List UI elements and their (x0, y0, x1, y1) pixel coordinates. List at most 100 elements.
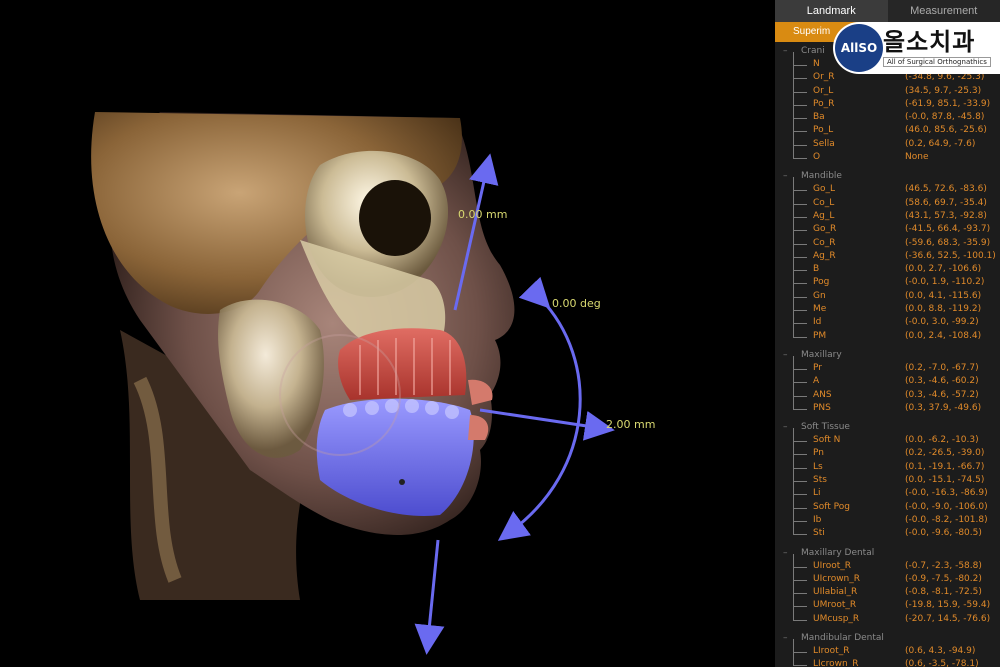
landmark-name: Ib (813, 514, 822, 525)
landmark-coordinates: (-0.0, -8.2, -101.8) (905, 514, 988, 525)
tree-branch (793, 665, 807, 667)
landmark-coordinates: (0.2, -26.5, -39.0) (905, 448, 985, 459)
landmark-row[interactable]: UIlabial_R (-0.8, -8.1, -72.5) (775, 580, 1000, 599)
landmark-row[interactable]: Pr (0.2, -7.0, -67.7) (775, 355, 1000, 375)
landmark-name: Pr (813, 362, 822, 373)
landmark-row[interactable]: Go_R (-41.5, 66.4, -93.7) (775, 217, 1000, 236)
group-header[interactable]: – Maxillary (775, 348, 1000, 362)
landmark-row[interactable]: PNS (0.3, 37.9, -49.6) (775, 395, 1000, 415)
landmark-row[interactable]: Sti (-0.0, -9.6, -80.5) (775, 521, 1000, 540)
landmark-name: PNS (813, 402, 831, 413)
tree-line (793, 593, 794, 607)
tab-measurement[interactable]: Measurement (887, 0, 1000, 22)
landmark-row[interactable]: Co_R (-59.6, 68.3, -35.9) (775, 230, 1000, 250)
landmark-name: Ag_L (813, 210, 835, 221)
landmark-row[interactable]: ANS (0.3, -4.6, -57.2) (775, 382, 1000, 402)
tree-line (793, 454, 794, 469)
landmark-coordinates: (-20.7, 14.5, -76.6) (905, 613, 991, 624)
landmark-row[interactable]: Ib (-0.0, -8.2, -101.8) (775, 507, 1000, 527)
tree-branch (793, 243, 807, 245)
landmark-name: LIroot_R (813, 645, 850, 656)
landmark-row[interactable]: Go_L (46.5, 72.6, -83.6) (775, 177, 1000, 196)
landmark-coordinates: (0.0, -15.1, -74.5) (905, 475, 985, 486)
landmark-coordinates: (0.3, -4.6, -60.2) (905, 376, 979, 387)
translate-forward-arrow[interactable] (479, 408, 615, 441)
landmark-row[interactable]: PM (0.0, 2.4, -108.4) (775, 323, 1000, 343)
collapse-icon[interactable]: – (783, 44, 788, 58)
landmark-name: UMcusp_R (813, 613, 860, 624)
logo-subtitle: All of Surgical Orthognathics (883, 57, 991, 67)
group-header[interactable]: – Mandible (775, 169, 1000, 183)
landmark-row[interactable]: Ba (-0.0, 87.8, -45.8) (775, 105, 1000, 124)
landmark-row[interactable]: O None (775, 145, 1000, 164)
group-header[interactable]: – Mandibular Dental (775, 631, 1000, 645)
tree-line (793, 382, 794, 396)
tree-branch (793, 395, 807, 397)
collapse-icon[interactable]: – (783, 420, 788, 434)
tree-branch (793, 454, 807, 456)
landmark-row[interactable]: UIcrown_R (-0.9, -7.5, -80.2) (775, 566, 1000, 586)
tree-line (793, 270, 794, 284)
landmark-row[interactable]: Ls (0.1, -19.1, -66.7) (775, 454, 1000, 474)
group-title: Mandible (801, 171, 842, 182)
landmark-row[interactable]: Po_R (-61.9, 85.1, -33.9) (775, 91, 1000, 111)
landmark-name: Pog (813, 277, 830, 288)
landmark-coordinates: (-0.0, 1.9, -110.2) (905, 277, 985, 288)
landmark-coordinates: (0.2, -7.0, -67.7) (905, 362, 979, 373)
translate-down-arrow[interactable] (414, 539, 445, 655)
tree-branch (793, 283, 807, 285)
collapse-icon[interactable]: – (783, 631, 788, 645)
landmark-row[interactable]: LIcrown_R (0.6, -3.5, -78.1) (775, 652, 1000, 667)
landmark-row[interactable]: Co_L (58.6, 69.7, -35.4) (775, 190, 1000, 210)
collapse-icon[interactable]: – (783, 169, 788, 183)
landmark-row[interactable]: Po_L (46.0, 85.6, -25.6) (775, 118, 1000, 137)
tree-line (793, 310, 794, 324)
rotation-label: 0.00 deg (552, 297, 601, 310)
landmark-row[interactable]: UMroot_R (-19.8, 15.9, -59.4) (775, 593, 1000, 612)
landmark-name: Id (813, 317, 822, 328)
landmark-name: Or_R (813, 72, 835, 83)
collapse-icon[interactable]: – (783, 546, 788, 560)
group-header[interactable]: – Soft Tissue (775, 420, 1000, 434)
landmark-row[interactable]: UIroot_R (-0.7, -2.3, -58.8) (775, 553, 1000, 573)
landmark-coordinates: (-0.9, -7.5, -80.2) (905, 573, 982, 584)
landmark-name: O (813, 152, 821, 163)
landmark-row[interactable]: Sella (0.2, 64.9, -7.6) (775, 131, 1000, 151)
landmark-coordinates: (-41.5, 66.4, -93.7) (905, 224, 991, 235)
translate-vertical-label: 0.00 mm (458, 208, 508, 221)
tree-line (793, 243, 794, 258)
landmark-row[interactable]: LIroot_R (0.6, 4.3, -94.9) (775, 638, 1000, 658)
tree-line (793, 395, 794, 410)
collapse-icon[interactable]: – (783, 348, 788, 362)
landmark-row[interactable]: Pog (-0.0, 1.9, -110.2) (775, 270, 1000, 289)
landmark-row[interactable]: Gn (0.0, 4.1, -115.6) (775, 283, 1000, 303)
tree-branch (793, 494, 807, 496)
3d-viewport[interactable]: 0.00 mm 0.00 deg 2.00 mm (0, 0, 775, 667)
landmark-row[interactable]: UMcusp_R (-20.7, 14.5, -76.6) (775, 606, 1000, 626)
landmark-row[interactable]: Ag_L (43.1, 57.3, -92.8) (775, 203, 1000, 223)
landmark-row[interactable]: Sts (0.0, -15.1, -74.5) (775, 468, 1000, 487)
landmark-name: Go_L (813, 184, 835, 195)
group-title: Soft Tissue (801, 422, 850, 433)
group-header[interactable]: – Maxillary Dental (775, 546, 1000, 560)
landmark-row[interactable]: Soft N (0.0, -6.2, -10.3) (775, 428, 1000, 447)
tree-branch (793, 256, 807, 258)
landmark-name: UIcrown_R (813, 573, 861, 584)
landmark-coordinates: (0.3, -4.6, -57.2) (905, 389, 979, 400)
landmark-coordinates: (-0.7, -2.3, -58.8) (905, 560, 982, 571)
landmark-row[interactable]: Li (-0.0, -16.3, -86.9) (775, 481, 1000, 500)
landmark-name: B (813, 264, 820, 275)
landmark-row[interactable]: Or_L (34.5, 9.7, -25.3) (775, 78, 1000, 98)
landmark-row[interactable]: B (0.0, 2.7, -106.6) (775, 257, 1000, 276)
tree-branch (793, 619, 807, 621)
tree-line (793, 566, 794, 581)
landmark-row[interactable]: Id (-0.0, 3.0, -99.2) (775, 310, 1000, 329)
tab-landmark[interactable]: Landmark (775, 0, 888, 22)
landmark-row[interactable]: Me (0.0, 8.8, -119.2) (775, 297, 1000, 316)
tree-branch (793, 534, 807, 536)
landmark-row[interactable]: A (0.3, -4.6, -60.2) (775, 369, 1000, 388)
landmark-row[interactable]: Soft Pog (-0.0, -9.0, -106.0) (775, 494, 1000, 514)
landmark-row[interactable]: Pn (0.2, -26.5, -39.0) (775, 441, 1000, 460)
landmark-row[interactable]: Ag_R (-36.6, 52.5, -100.1) (775, 243, 1000, 263)
landmark-name: LIcrown_R (813, 659, 859, 667)
